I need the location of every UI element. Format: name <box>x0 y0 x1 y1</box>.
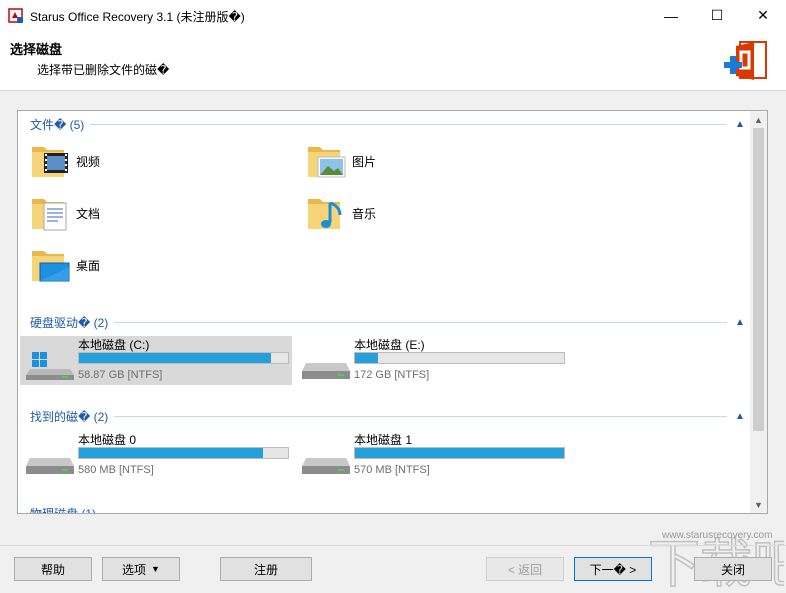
group-physical-title[interactable]: 物理磁盘 (1) <box>30 505 96 513</box>
scroll-down-icon[interactable]: ▼ <box>750 496 767 513</box>
hard-drive-icon <box>26 458 74 474</box>
video-folder-icon <box>32 147 68 177</box>
documents-folder-icon <box>32 199 67 231</box>
drive-usage-bar <box>354 447 565 459</box>
folder-label: 文档 <box>76 206 101 221</box>
close-button[interactable]: 关闭 <box>694 557 772 581</box>
found-drive-item-1[interactable]: 本地磁盘 1 570 MB [NTFS] <box>296 431 568 480</box>
drive-usage-bar <box>78 352 289 364</box>
hard-drive-icon <box>302 363 350 379</box>
drive-usage-fill <box>79 448 263 458</box>
next-button[interactable]: 下一� > <box>574 557 652 581</box>
hard-drive-icon <box>302 458 350 474</box>
drive-item-e[interactable]: 本地磁盘 (E:) 172 GB [NTFS] <box>296 336 568 385</box>
window-title: Starus Office Recovery 3.1 (未注册版�) <box>30 10 245 24</box>
close-icon: ✕ <box>757 7 769 23</box>
group-folders-title: 文件� (5) <box>30 117 85 132</box>
vertical-scrollbar[interactable]: ▲ ▼ <box>750 111 767 513</box>
group-drives-header[interactable]: 硬盘驱动� (2) ▲ <box>30 314 745 330</box>
footer-divider <box>0 545 786 546</box>
chevron-up-icon[interactable]: ▲ <box>735 317 745 328</box>
wizard-header: 选择磁盘 选择带已删除文件的磁� <box>0 31 786 91</box>
folder-item-documents[interactable]: 文档 <box>30 190 100 236</box>
drive-usage-fill <box>355 448 564 458</box>
group-divider <box>114 415 727 417</box>
group-found-header[interactable]: 找到的磁� (2) ▲ <box>30 408 745 424</box>
drive-name: 本地磁盘 (C:) <box>78 338 150 352</box>
drive-usage-fill <box>79 353 272 363</box>
group-found-title: 找到的磁� (2) <box>30 409 109 424</box>
scroll-up-icon[interactable]: ▲ <box>750 111 767 128</box>
drive-name: 本地磁盘 1 <box>354 433 413 447</box>
back-button[interactable]: < 返回 <box>486 557 564 581</box>
help-button[interactable]: 帮助 <box>14 557 92 581</box>
chevron-up-icon[interactable]: ▲ <box>735 119 745 130</box>
group-folders-header[interactable]: 文件� (5) ▲ <box>30 116 745 132</box>
folder-item-music[interactable]: 音乐 <box>306 190 376 236</box>
drive-selection-panel[interactable]: 文件� (5) ▲ 视频 图片 文档 音乐 桌面 硬盘驱动� (2) ▲ 本地磁… <box>17 110 768 514</box>
drive-info: 570 MB [NTFS] <box>354 464 430 476</box>
drive-item-c[interactable]: 本地磁盘 (C:) 58.87 GB [NTFS] <box>20 336 292 385</box>
folder-item-desktop[interactable]: 桌面 <box>30 242 100 288</box>
folder-label: 图片 <box>352 154 377 169</box>
drive-usage-bar <box>354 352 565 364</box>
scroll-thumb[interactable] <box>753 128 764 431</box>
watermark-url: www.starusrecovery.com <box>662 530 773 541</box>
drive-usage-bar <box>78 447 289 459</box>
found-drive-item-0[interactable]: 本地磁盘 0 580 MB [NTFS] <box>20 431 292 480</box>
system-drive-icon <box>26 352 74 380</box>
desktop-folder-icon <box>32 251 70 282</box>
close-window-button[interactable]: ✕ <box>740 0 786 31</box>
drive-name: 本地磁盘 (E:) <box>354 338 425 352</box>
options-button[interactable]: 选项 ▼ <box>102 557 180 581</box>
group-divider <box>90 123 727 125</box>
folder-item-video[interactable]: 视频 <box>30 138 100 184</box>
minimize-button[interactable]: — <box>648 0 694 31</box>
minimize-icon: — <box>664 7 678 24</box>
group-drives-title: 硬盘驱动� (2) <box>30 315 109 330</box>
folder-label: 音乐 <box>352 206 377 221</box>
drive-name: 本地磁盘 0 <box>78 433 137 447</box>
options-button-label: 选项 <box>122 562 147 577</box>
maximize-button[interactable]: ☐ <box>694 0 740 31</box>
office-recovery-logo-icon <box>724 41 767 80</box>
title-bar: Starus Office Recovery 3.1 (未注册版�) — ☐ ✕ <box>0 0 786 31</box>
drive-info: 580 MB [NTFS] <box>78 464 154 476</box>
pictures-folder-icon <box>308 147 346 178</box>
folder-item-pictures[interactable]: 图片 <box>306 138 376 184</box>
page-subtitle: 选择带已删除文件的磁� <box>37 63 170 77</box>
folder-label: 桌面 <box>76 258 101 273</box>
page-title: 选择磁盘 <box>10 42 63 57</box>
register-button[interactable]: 注册 <box>220 557 312 581</box>
drive-info: 58.87 GB [NTFS] <box>78 369 163 381</box>
chevron-up-icon[interactable]: ▲ <box>735 411 745 422</box>
group-divider <box>114 321 727 323</box>
music-folder-icon <box>308 199 342 229</box>
maximize-icon: ☐ <box>710 7 724 23</box>
caret-down-icon: ▼ <box>151 564 160 574</box>
folder-label: 视频 <box>76 154 101 169</box>
drive-info: 172 GB [NTFS] <box>354 369 430 381</box>
drive-usage-fill <box>355 353 378 363</box>
app-icon <box>8 8 23 23</box>
